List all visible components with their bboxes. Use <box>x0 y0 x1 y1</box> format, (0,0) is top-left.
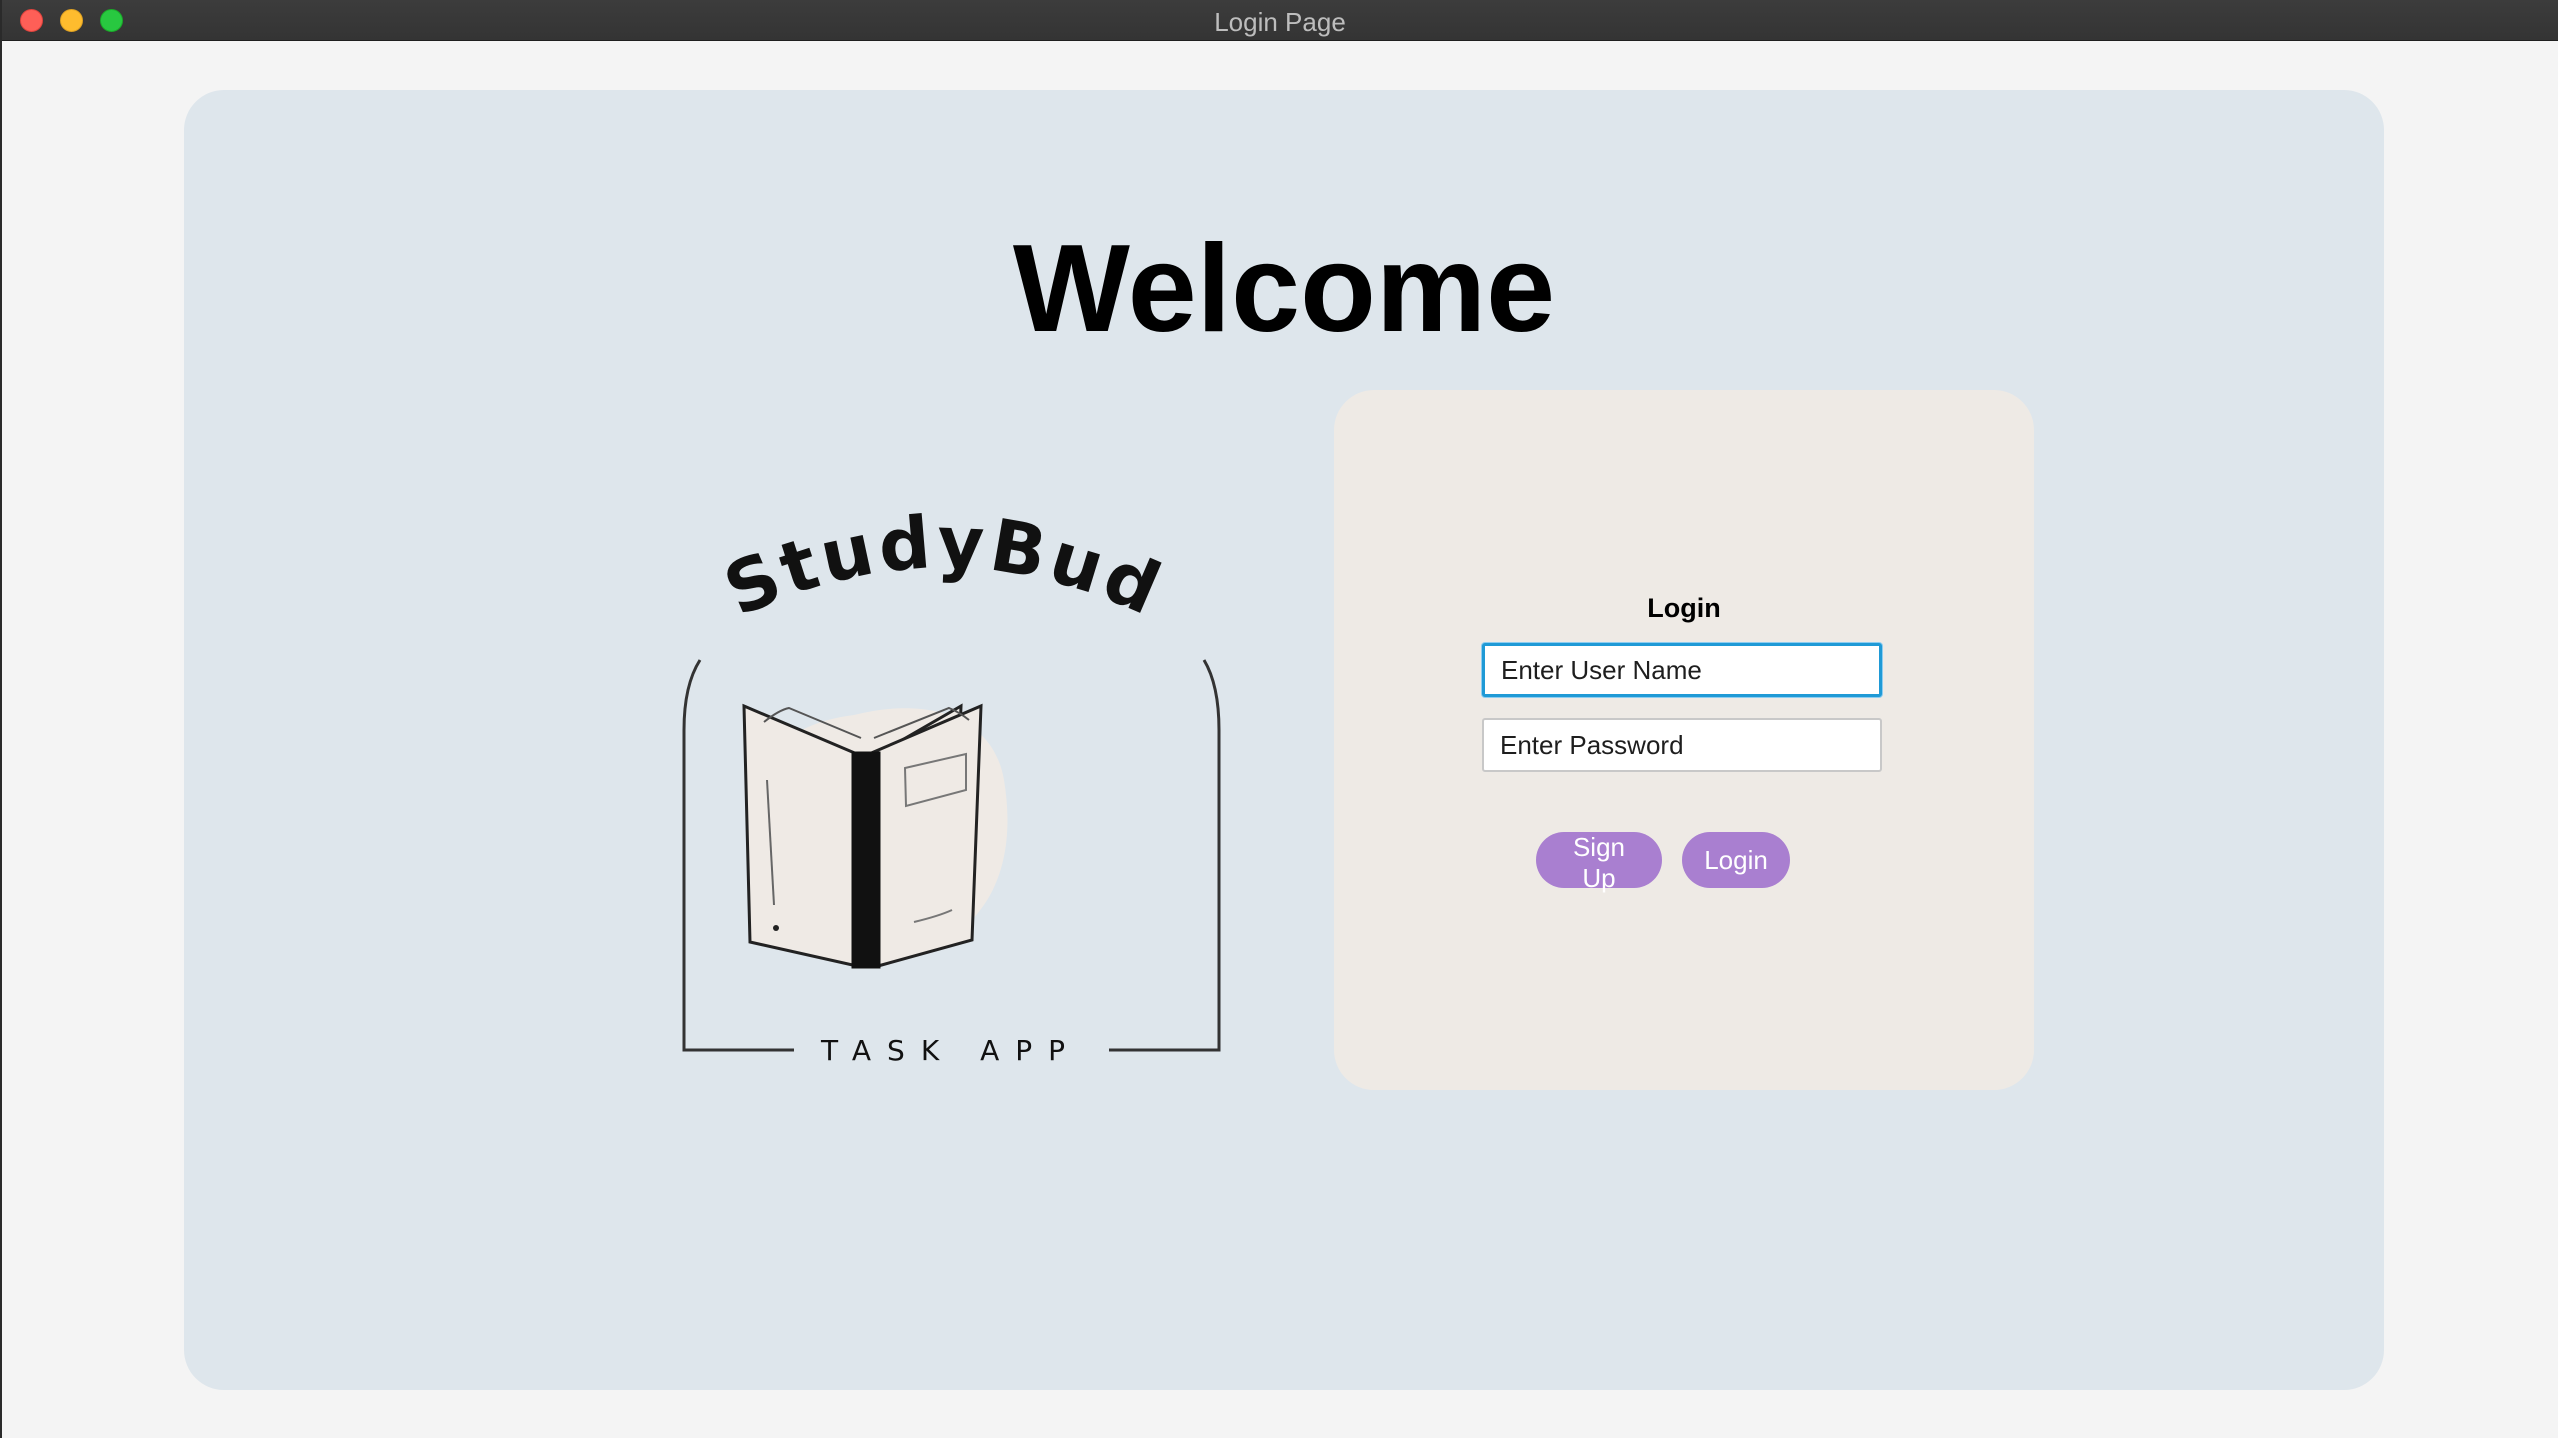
app-window: Login Page Welcome StudyBud TASK APP Log… <box>0 0 2558 1438</box>
main-panel: Welcome StudyBud TASK APP Login Enter Us… <box>184 90 2384 1390</box>
sign-up-button[interactable]: Sign Up <box>1536 832 1662 893</box>
window-title: Login Page <box>1214 7 1346 37</box>
login-title: Login <box>1647 593 1721 623</box>
title-bar: Login Page <box>2 0 2558 41</box>
username-input[interactable] <box>1482 643 1882 697</box>
studybud-logo: StudyBud TASK APP <box>682 500 1221 1067</box>
login-button[interactable]: Login <box>1682 832 1790 888</box>
logo-tagline: TASK APP <box>820 1034 1081 1067</box>
login-card: Login Sign Up Login <box>1334 390 2034 1090</box>
logo-brand-text: StudyBud <box>712 500 1175 633</box>
password-input[interactable] <box>1482 718 1882 772</box>
page-title: Welcome <box>1012 220 1556 358</box>
